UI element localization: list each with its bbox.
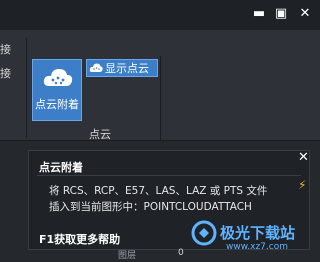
left-partial-labels: 接 接 — [0, 42, 22, 152]
ribbon-separator — [26, 38, 27, 138]
show-point-cloud-button[interactable]: 显示点云 — [86, 59, 158, 77]
lightning-icon: ⚡ — [298, 178, 307, 192]
ribbon-group-label: 点云 — [89, 128, 111, 141]
maximize-icon[interactable]: ▣ — [274, 7, 288, 21]
partial-label[interactable]: 接 — [0, 42, 22, 58]
tooltip-title: 点云附着 — [39, 161, 83, 174]
watermark-logo-icon — [191, 220, 217, 246]
watermark-name: 极光下载站 — [220, 224, 296, 242]
cloud-icon — [89, 63, 103, 72]
point-cloud-attach-button[interactable]: 点云附着 — [32, 59, 82, 121]
tooltip-help-hint: F1获取更多帮助 — [39, 233, 121, 246]
tooltip-description-line: 将 RCS、RCP、E57、LAS、LAZ 或 PTS 文件 — [49, 185, 268, 197]
cloud-icon — [43, 69, 73, 86]
close-icon[interactable]: ✕ — [298, 7, 312, 21]
show-button-label: 显示点云 — [105, 62, 149, 75]
group-separator — [160, 56, 161, 140]
title-bar: ▬ ▣ ✕ — [0, 0, 320, 30]
minimize-icon[interactable]: ▬ — [252, 7, 266, 21]
watermark-url: www.xz7.com — [226, 242, 288, 252]
tooltip-description-line: 插入到当前图形中：POINTCLOUDATTACH — [49, 201, 252, 213]
status-label: 图层 — [118, 251, 137, 261]
attach-button-label: 点云附着 — [35, 98, 79, 111]
tooltip-close-icon[interactable]: ✕ — [298, 151, 316, 165]
partial-label[interactable]: 接 — [0, 66, 22, 82]
status-value: 0 — [178, 248, 184, 258]
tooltip-divider — [37, 175, 301, 176]
